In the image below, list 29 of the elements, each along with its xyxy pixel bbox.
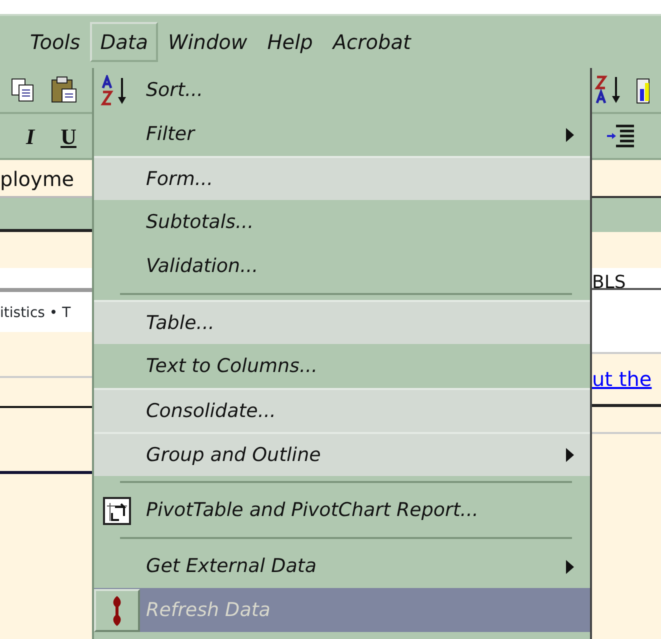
menu-title[interactable]: Window: [158, 22, 258, 62]
menu-item[interactable]: PivotTable and PivotChart Report...: [94, 488, 590, 532]
menu-title[interactable]: Help: [257, 22, 323, 62]
menu-title[interactable]: Data: [90, 22, 158, 62]
pivot-table-icon: [103, 496, 131, 524]
menu-item[interactable]: Group and Outline: [94, 432, 590, 476]
menu-item[interactable]: Table...: [94, 300, 590, 344]
cell-text: ployme: [0, 167, 74, 191]
menu-item[interactable]: Form...: [94, 156, 590, 200]
menu-item[interactable]: Subtotals...: [94, 200, 590, 244]
copy-icon: [10, 77, 36, 103]
link[interactable]: ut the: [592, 364, 652, 394]
menu-item[interactable]: Consolidate...: [94, 388, 590, 432]
cell-text: BLS: [592, 272, 626, 288]
menu-item[interactable]: Sort...: [94, 68, 590, 112]
menu-title[interactable]: Tools: [20, 22, 90, 62]
submenu-arrow-icon: [566, 448, 574, 462]
menu-item[interactable]: Filter: [94, 112, 590, 156]
menu-item[interactable]: Text to Columns...: [94, 344, 590, 388]
paste-icon: [50, 76, 78, 104]
menu-item[interactable]: Validation...: [94, 244, 590, 288]
submenu-arrow-icon: [566, 560, 574, 574]
format-button[interactable]: U: [60, 120, 76, 152]
submenu-arrow-icon: [566, 128, 574, 142]
indent-icon: [606, 123, 636, 149]
sheet-text: itistics • T: [0, 305, 71, 321]
menu-item[interactable]: Get External Data: [94, 544, 590, 588]
menu-title[interactable]: Acrobat: [322, 22, 421, 62]
format-button[interactable]: I: [26, 120, 35, 152]
